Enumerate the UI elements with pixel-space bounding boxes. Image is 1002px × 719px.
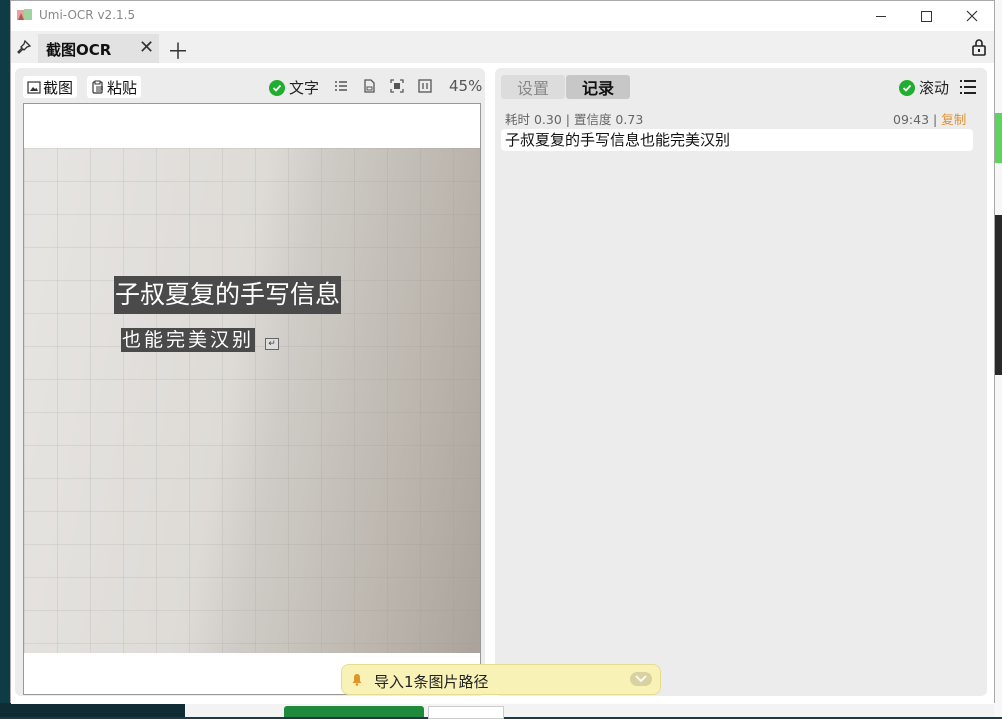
tab-screenshot-ocr[interactable]: 截图OCR ✕ (38, 34, 159, 63)
tab-records[interactable]: 记录 (566, 75, 631, 99)
line-break-icon: ↵ (265, 338, 279, 350)
notification-toast: 导入1条图片路径 (341, 664, 661, 695)
lock-icon[interactable] (969, 37, 989, 57)
records-panel: 设置 记录 滚动 耗时 0.30 | 置信度 0.73 09:43 | 复制 子… (495, 68, 987, 696)
tab-label: 截图OCR (46, 41, 112, 59)
desktop-background-right (994, 0, 1002, 717)
tab-bar: 截图OCR ✕ ＋ (11, 31, 994, 66)
title-bar: Umi-OCR v2.1.5 (11, 1, 994, 31)
checkmark-icon (269, 79, 285, 96)
scroll-toggle-label: 滚动 (919, 79, 950, 97)
zoom-level: 45% (449, 77, 483, 95)
maximize-button[interactable] (903, 1, 949, 31)
window-title: Umi-OCR v2.1.5 (39, 8, 136, 22)
main-content: 截图 粘贴 文字 45% 子叔夏复的手写信息 也能完美汉别 ↵ 设置 记录 滚动… (11, 63, 994, 704)
screenshot-button[interactable]: 截图 (23, 76, 78, 98)
tab-settings[interactable]: 设置 (501, 75, 566, 99)
paste-button[interactable]: 粘贴 (87, 76, 142, 98)
toast-expand-button[interactable] (630, 672, 652, 686)
add-tab-button[interactable]: ＋ (167, 34, 189, 66)
minimize-icon (876, 15, 886, 17)
background-window-button-2 (428, 706, 504, 719)
menu-icon[interactable] (959, 79, 977, 95)
close-window-button[interactable] (949, 1, 995, 31)
text-overlay-toggle[interactable]: 文字 (269, 77, 319, 98)
ocr-result-overlay-line1[interactable]: 子叔夏复的手写信息 (114, 276, 342, 314)
background-green-element (994, 113, 1002, 163)
background-dark-element (994, 215, 1002, 375)
record-text[interactable]: 子叔夏复的手写信息也能完美汉别 (501, 129, 973, 151)
auto-scroll-toggle[interactable]: 滚动 (899, 77, 949, 98)
tab-close-button[interactable]: ✕ (139, 37, 154, 58)
maximize-icon (920, 10, 932, 22)
pin-window-button[interactable] (13, 35, 35, 59)
pin-icon (17, 39, 32, 54)
close-icon (966, 10, 978, 22)
image-icon (27, 80, 41, 94)
handwriting-photo: 子叔夏复的手写信息 也能完美汉别 ↵ (24, 148, 480, 653)
text-toggle-label: 文字 (289, 79, 320, 97)
copy-button[interactable]: 复制 (941, 112, 966, 127)
record-time-row: 09:43 | 复制 (893, 109, 966, 128)
image-preview-frame[interactable]: 子叔夏复的手写信息 也能完美汉别 ↵ (23, 103, 481, 695)
record-time: 09:43 (893, 112, 930, 127)
ocr-result-overlay-line2[interactable]: 也能完美汉别 (121, 328, 256, 352)
paste-label: 粘贴 (107, 78, 138, 97)
list-view-icon[interactable] (334, 79, 348, 93)
checkmark-icon (899, 79, 915, 96)
app-logo-icon (17, 9, 32, 20)
background-window-button (284, 706, 424, 717)
desktop-background-left (0, 0, 10, 717)
paste-icon (92, 80, 103, 94)
record-meta: 耗时 0.30 | 置信度 0.73 (505, 112, 644, 127)
fit-screen-icon[interactable] (390, 79, 404, 93)
bell-icon (352, 674, 362, 686)
save-file-icon[interactable] (362, 79, 376, 93)
preview-panel: 截图 粘贴 文字 45% 子叔夏复的手写信息 也能完美汉别 ↵ (15, 68, 485, 696)
record-separator: | (933, 112, 938, 127)
toast-message: 导入1条图片路径 (374, 673, 489, 691)
screenshot-label: 截图 (43, 78, 74, 97)
actual-size-icon[interactable] (418, 79, 432, 93)
minimize-button[interactable] (858, 1, 904, 31)
chevron-down-icon (635, 675, 647, 683)
app-window: Umi-OCR v2.1.5 截图OCR ✕ ＋ 截图 粘贴 文字 45% 子叔… (10, 0, 995, 704)
notebook-grid (24, 148, 480, 653)
